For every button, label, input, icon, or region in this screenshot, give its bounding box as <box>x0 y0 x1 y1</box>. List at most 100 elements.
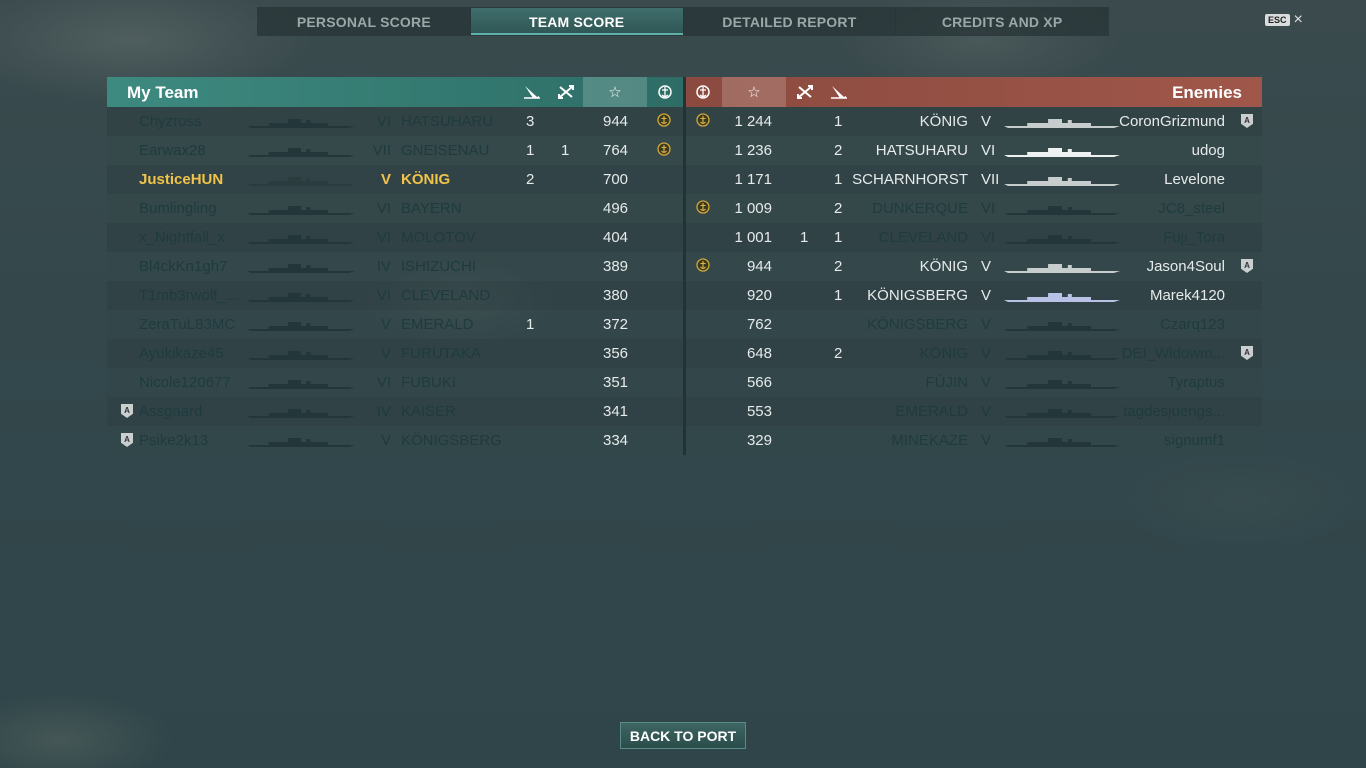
ship-silhouette-icon <box>1004 350 1120 360</box>
enemy-player-row[interactable]: 329 MINEKAZE Vsignumf1 <box>686 426 1262 455</box>
ally-player-row[interactable]: A Psike2k13 V KÖNIGSBERG 334 <box>107 426 683 455</box>
player-name: Czarq123 <box>1159 316 1225 333</box>
ally-player-row[interactable]: T1mb3rwolf_... VI CLEVELAND 380 <box>107 281 683 310</box>
player-name: JC8_steel <box>1158 200 1225 217</box>
ally-player-row[interactable]: Earwax28 VII GNEISENAU 1 1 764 <box>107 136 683 165</box>
ship-name: KÖNIGSBERG <box>401 432 502 449</box>
ship-silhouette-icon <box>1004 205 1120 215</box>
ship-name: MINEKAZE <box>891 432 968 449</box>
ship-name: EMERALD <box>895 403 968 420</box>
tab-detailed-report[interactable]: DETAILED REPORT <box>684 8 897 35</box>
ally-player-row[interactable]: Bumlingling VI BAYERN 496 <box>107 194 683 223</box>
enemy-player-row[interactable]: 1 009 2 DUNKERQUE VI JC8_steel <box>686 194 1262 223</box>
ship-name: GNEISENAU <box>401 142 490 159</box>
enemy-player-row[interactable]: 553 EMERALD Vtagdesjuengs... <box>686 397 1262 426</box>
ship-silhouette-icon <box>1004 263 1120 273</box>
player-name: Earwax28 <box>139 142 206 159</box>
ship-silhouette-icon <box>247 350 355 360</box>
torpedo-count: 2 <box>526 171 535 188</box>
ally-player-row[interactable]: JusticeHUN V KÖNIG 2 700 <box>107 165 683 194</box>
score-value: 764 <box>603 142 629 159</box>
ship-silhouette-icon <box>1004 118 1120 128</box>
back-to-port-button[interactable]: BACK TO PORT <box>620 722 746 749</box>
ally-player-row[interactable]: ZeraTuL83MC V EMERALD 1 372 <box>107 310 683 339</box>
enemy-player-row[interactable]: 1 236 2 HATSUHARU VI udog <box>686 136 1262 165</box>
ship-silhouette-icon <box>247 408 355 418</box>
ally-player-row[interactable]: Chyzross VI HATSUHARU 3 944 <box>107 107 683 136</box>
player-name: Bl4ckKn1gh7 <box>139 258 228 275</box>
ship-name: CLEVELAND <box>401 287 491 304</box>
ally-player-row[interactable]: Ayukikaze45 V FURUTAKA 356 <box>107 339 683 368</box>
plane-count: 1 <box>800 229 809 246</box>
ship-name: BAYERN <box>401 200 462 217</box>
score-value: 553 <box>746 403 772 420</box>
enemy-player-row[interactable]: 566 FŪJIN V Tyraptus <box>686 368 1262 397</box>
ship-tier: V <box>380 316 391 333</box>
score-value: 351 <box>603 374 629 391</box>
crest-icon <box>696 200 712 216</box>
tab-team-score[interactable]: TEAM SCORE <box>470 8 684 35</box>
player-name: Levelone <box>1164 171 1225 188</box>
ally-player-row[interactable]: Nicole120677 VI FUBUKI 351 <box>107 368 683 397</box>
ship-silhouette-icon <box>1004 321 1120 331</box>
score-value: 920 <box>746 287 772 304</box>
ally-player-row[interactable]: A Assgaard IV KAISER 341 <box>107 397 683 426</box>
ship-silhouette-icon <box>1004 408 1120 418</box>
premium-badge-icon: A <box>121 404 133 418</box>
enemy-player-row[interactable]: 762 KÖNIGSBERG V Czarq123 <box>686 310 1262 339</box>
score-value: 1 009 <box>734 200 772 217</box>
score-value: 496 <box>603 200 629 217</box>
plane-icon[interactable] <box>549 77 583 107</box>
player-name: Assgaard <box>139 403 203 420</box>
my-team-header: My Team ☆ <box>107 77 683 107</box>
enemy-player-row[interactable]: 1 244 1 KÖNIG V CoronGrizmund A <box>686 107 1262 136</box>
score-value: 329 <box>746 432 772 449</box>
close-icon: × <box>1293 11 1303 28</box>
ship-name: SCHARNHORST <box>852 171 968 188</box>
enemy-team-header: ☆ Enemies <box>686 77 1262 107</box>
ship-tier: V <box>981 113 992 130</box>
tab-personal-score[interactable]: PERSONAL SCORE <box>258 8 471 35</box>
enemy-player-row[interactable]: 1 001 1 1 CLEVELAND VI Fuji_Tora <box>686 223 1262 252</box>
enemy-player-row[interactable]: 1 171 1 SCHARNHORST VII Levelone <box>686 165 1262 194</box>
ship-name: KÖNIG <box>401 171 451 188</box>
enemy-player-row[interactable]: 944 2 KÖNIG V Jason4Soul A <box>686 252 1262 281</box>
crest-icon <box>657 142 673 158</box>
score-value: 341 <box>603 403 629 420</box>
close-button[interactable]: ESC × <box>1265 11 1303 28</box>
premium-badge-icon: A <box>1241 259 1253 273</box>
ally-player-row[interactable]: x_Nightfall_x VI MOLOTOV 404 <box>107 223 683 252</box>
enemy-player-row[interactable]: 648 2 KÖNIG V DEI_Widowm... A <box>686 339 1262 368</box>
crest-icon[interactable] <box>648 77 682 107</box>
player-name: T1mb3rwolf_... <box>139 287 239 304</box>
player-name: Psike2k13 <box>139 432 209 449</box>
torpedo-icon[interactable] <box>515 77 549 107</box>
ship-name: FŪJIN <box>925 374 969 391</box>
crest-icon[interactable] <box>686 77 720 107</box>
player-name: CoronGrizmund <box>1119 113 1225 130</box>
ship-silhouette-icon <box>1004 292 1120 302</box>
ship-tier: V <box>981 287 992 304</box>
score-value: 1 236 <box>734 142 772 159</box>
enemy-player-row[interactable]: 920 1 KÖNIGSBERG V Marek4120 <box>686 281 1262 310</box>
player-name: Ayukikaze45 <box>139 345 224 362</box>
star-icon[interactable]: ☆ <box>583 77 647 107</box>
ship-silhouette-icon <box>1004 234 1120 244</box>
ally-player-row[interactable]: Bl4ckKn1gh7 IV ISHIZUCHI 389 <box>107 252 683 281</box>
tab-credits-xp[interactable]: CREDITS AND XP <box>896 8 1108 35</box>
torpedo-count: 1 <box>834 287 843 304</box>
ship-silhouette-icon <box>247 437 355 447</box>
star-icon[interactable]: ☆ <box>722 77 786 107</box>
plane-icon[interactable] <box>788 77 822 107</box>
enemy-team-panel: ☆ Enemies 1 244 1 KÖNIG V CoronGrizmund A 1 23… <box>686 77 1262 455</box>
ship-name: DUNKERQUE <box>872 200 968 217</box>
player-name: tagdesjuengs... <box>1123 403 1225 420</box>
ship-tier: V <box>380 432 391 449</box>
score-value: 404 <box>603 229 629 246</box>
ship-tier: VII <box>981 171 1000 188</box>
torpedo-icon[interactable] <box>822 77 856 107</box>
ship-silhouette-icon <box>247 118 355 128</box>
score-value: 1 001 <box>734 229 772 246</box>
score-value: 566 <box>746 374 772 391</box>
ship-tier: V <box>981 258 992 275</box>
